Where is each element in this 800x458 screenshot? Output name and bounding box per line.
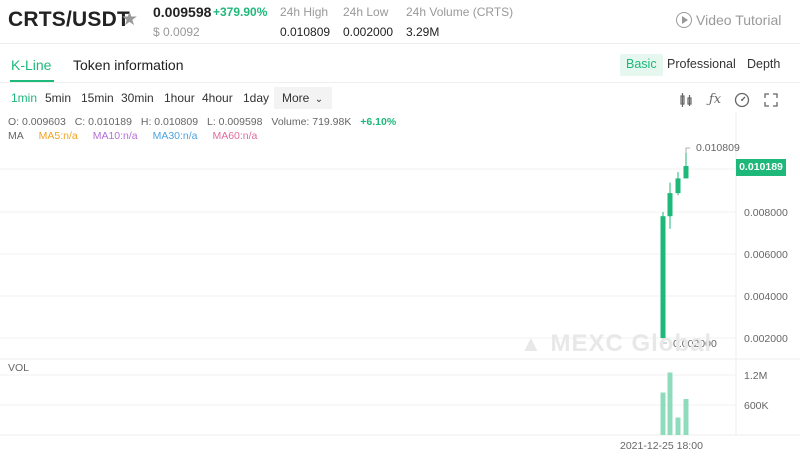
volume-bar (675, 417, 681, 435)
candle-body (675, 178, 681, 194)
volume-bar (683, 399, 689, 435)
last-price: 0.009598 (153, 4, 212, 20)
interval-30min[interactable]: 30min (121, 91, 154, 105)
mexc-watermark: ▲ MEXC Global (520, 330, 712, 358)
price-change: +379.90% (213, 5, 268, 19)
video-tutorial-label: Video Tutorial (696, 12, 782, 28)
ticker-header: CRTS/USDT ★ 0.009598 +379.90% $ 0.0092 2… (0, 0, 800, 44)
interval-1day[interactable]: 1day (243, 91, 269, 105)
interval-1hour[interactable]: 1hour (164, 91, 195, 105)
view-depth-button[interactable]: Depth (741, 54, 786, 76)
pair-name[interactable]: CRTS/USDT (8, 8, 130, 32)
play-circle-icon (676, 12, 692, 28)
interval-1min[interactable]: 1min (11, 91, 37, 105)
stat-high-label: 24h High (280, 5, 329, 19)
stat-low-value: 0.002000 (343, 25, 394, 39)
tab-token-information[interactable]: Token information (73, 57, 184, 73)
price-axis-tick: 0.002000 (744, 333, 788, 345)
tab-active-indicator (10, 80, 54, 82)
fullscreen-icon[interactable] (763, 92, 779, 108)
interval-15min[interactable]: 15min (81, 91, 114, 105)
high-marker-line (685, 147, 690, 154)
chart-tabs: K-Line Token information Basic Professio… (0, 45, 800, 83)
volume-axis-tick: 1.2M (744, 370, 767, 382)
volume-axis-tick: 600K (744, 400, 769, 412)
interval-4hour[interactable]: 4hour (202, 91, 233, 105)
favorite-star-icon[interactable]: ★ (121, 8, 138, 31)
interval-5min[interactable]: 5min (45, 91, 71, 105)
video-tutorial-link[interactable]: Video Tutorial (676, 12, 781, 28)
kline-chart[interactable]: 0.008000 0.006000 0.004000 0.002000 1.2M 600K… (0, 112, 800, 458)
volume-label: VOL (8, 362, 30, 374)
indicator-fx-icon[interactable]: ƒx (707, 92, 723, 108)
candle-body (683, 166, 689, 179)
stat-low-label: 24h Low (343, 5, 389, 19)
candle-body (667, 193, 673, 217)
price-axis-tick: 0.008000 (744, 207, 788, 219)
price-axis-tick: 0.006000 (744, 249, 788, 261)
tab-kline[interactable]: K-Line (11, 57, 51, 73)
candle-body (660, 216, 666, 338)
stat-volume-label: 24h Volume (CRTS) (406, 5, 514, 19)
more-label: More (282, 91, 310, 105)
kline-chart-svg: 0.008000 0.006000 0.004000 0.002000 1.2M 600K… (0, 112, 800, 436)
stat-volume-value: 3.29M (406, 25, 440, 39)
price-axis-tick: 0.004000 (744, 291, 788, 303)
last-price-tag: 0.010189 (736, 159, 786, 176)
settings-gauge-icon[interactable] (734, 92, 750, 108)
volume-bar (660, 392, 666, 435)
view-professional-button[interactable]: Professional (661, 54, 742, 76)
time-axis-label: 2021-12-25 18:00 (620, 440, 703, 452)
watermark-text: MEXC Global (550, 330, 713, 357)
volume-bar (667, 372, 673, 435)
mexc-logo-icon: ▲ (520, 331, 543, 356)
usd-price: $ 0.0092 (153, 25, 200, 39)
candlestick-type-icon[interactable] (678, 92, 694, 108)
view-basic-button[interactable]: Basic (620, 54, 663, 76)
high-marker-label: 0.010809 (696, 142, 740, 154)
more-intervals-dropdown[interactable]: More ⌄ (274, 87, 332, 109)
chevron-down-icon: ⌄ (314, 94, 324, 105)
stat-high-value: 0.010809 (280, 25, 331, 39)
